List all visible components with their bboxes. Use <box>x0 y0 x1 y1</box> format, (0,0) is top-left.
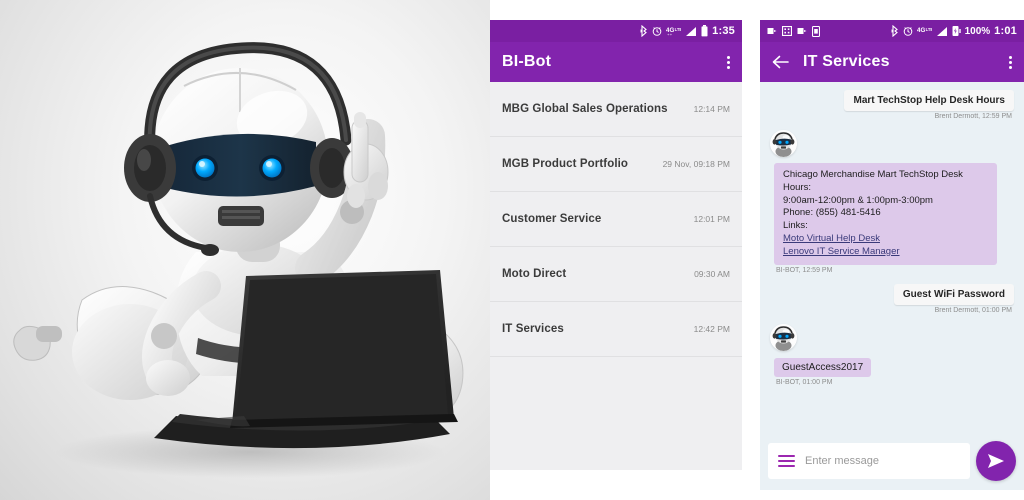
message-input-bar: Enter message <box>760 432 1024 490</box>
bot-message-container: Chicago Merchandise Mart TechStop Desk H… <box>774 163 1014 274</box>
usb-icon <box>767 28 777 34</box>
link-lenovo-it-service-manager[interactable]: Lenovo IT Service Manager <box>783 246 988 259</box>
user-message-bubble: Guest WiFi Password <box>893 283 1014 305</box>
message-meta: BI-BOT, 01:00 PM <box>776 378 833 386</box>
list-item-time: 29 Nov, 09:18 PM <box>662 159 730 169</box>
list-item-time: 12:01 PM <box>693 214 730 224</box>
user-message-bubble: Mart TechStop Help Desk Hours <box>844 90 1014 111</box>
list-app-bar: BI-Bot <box>490 42 742 82</box>
bot-message-bubble: GuestAccess2017 <box>774 357 872 377</box>
bot-line-links-label: Links: <box>783 220 808 232</box>
message-input-placeholder: Enter message <box>805 455 879 467</box>
list-status-bar: 4G LTE ⁺⁺ 1:35 <box>490 20 742 42</box>
bot-message-bubble: Chicago Merchandise Mart TechStop Desk H… <box>774 163 997 265</box>
list-item[interactable]: Moto Direct 09:30 AM <box>490 247 742 302</box>
message-input-field[interactable]: Enter message <box>768 443 970 479</box>
bluetooth-icon <box>890 25 898 37</box>
message-meta: BI-BOT, 12:59 PM <box>776 266 833 274</box>
list-item[interactable]: Customer Service 12:01 PM <box>490 192 742 247</box>
chat-message-list[interactable]: Mart TechStop Help Desk Hours Brent Derm… <box>760 82 1024 490</box>
app-title: BI-Bot <box>502 53 552 70</box>
list-item-title: IT Services <box>502 323 564 335</box>
chat-status-bar: 4G LTE 100% 1:01 <box>760 20 1024 42</box>
list-item[interactable]: MBG Global Sales Operations 12:14 PM <box>490 82 742 137</box>
usb-debug-icon <box>797 28 807 34</box>
status-bar-clock: 1:35 <box>712 25 735 37</box>
sim-icon <box>812 25 820 37</box>
list-item[interactable]: MGB Product Portfolio 29 Nov, 09:18 PM <box>490 137 742 192</box>
list-item[interactable]: IT Services 12:42 PM <box>490 302 742 357</box>
bot-message-container: GuestAccess2017 BI-BOT, 01:00 PM <box>774 357 1014 386</box>
bot-avatar <box>770 323 797 351</box>
battery-icon <box>701 25 708 37</box>
status-bar-right-icons: 4G LTE ⁺⁺ 1:35 <box>640 25 735 37</box>
bluetooth-icon <box>640 25 648 37</box>
robot-avatar-icon <box>770 130 797 157</box>
list-item-title: MGB Product Portfolio <box>502 158 629 170</box>
it-services-chat-screen: 4G LTE 100% 1:01 IT Services Mart TechSt… <box>760 20 1024 490</box>
4g-lte-icon: 4G LTE ⁺⁺ <box>666 27 681 37</box>
chat-title: IT Services <box>803 53 890 70</box>
kebab-menu-icon[interactable] <box>1009 55 1012 69</box>
battery-charging-icon <box>952 26 961 36</box>
list-item-time: 12:42 PM <box>693 324 730 334</box>
message-row-user: Mart TechStop Help Desk Hours <box>770 90 1014 111</box>
bot-line-phone: Phone: (855) 481-5416 <box>783 207 881 219</box>
conversation-list: MBG Global Sales Operations 12:14 PM MGB… <box>490 82 742 357</box>
robot-illustration <box>13 42 464 478</box>
back-arrow-icon[interactable] <box>772 55 789 69</box>
message-meta: Brent Dermott, 12:59 PM <box>934 113 1012 120</box>
robot-avatar-icon <box>770 323 797 351</box>
send-icon <box>988 454 1004 468</box>
link-moto-virtual-help-desk[interactable]: Moto Virtual Help Desk <box>783 233 988 246</box>
svg-text:LTE: LTE <box>675 27 681 32</box>
alarm-icon <box>652 27 662 36</box>
alarm-icon <box>903 27 912 36</box>
send-button[interactable] <box>976 441 1016 481</box>
message-row-bot <box>770 130 1014 161</box>
list-item-time: 09:30 AM <box>694 269 730 279</box>
message-row-bot <box>770 323 1014 355</box>
screenshot-icon <box>782 26 792 36</box>
status-bar-clock: 1:01 <box>994 25 1017 37</box>
4g-lte-icon: 4G LTE <box>917 27 932 34</box>
message-meta: Brent Dermott, 01:00 PM <box>934 306 1012 314</box>
notification-icons <box>767 25 820 37</box>
robot-hero-image <box>0 0 490 500</box>
chat-status-right-icons: 4G LTE 100% 1:01 <box>890 25 1017 37</box>
signal-icon <box>936 26 947 36</box>
bot-line-hours: 9:00am-12:00pm & 1:00pm-3:00pm <box>783 194 933 206</box>
list-item-title: Moto Direct <box>502 268 567 280</box>
screenshot-root: 4G LTE ⁺⁺ 1:35 BI-Bot MBG Global Sales O… <box>0 0 1024 500</box>
bi-bot-list-screen: 4G LTE ⁺⁺ 1:35 BI-Bot MBG Global Sales O… <box>490 20 742 470</box>
svg-text:⁺⁺: ⁺⁺ <box>667 33 673 37</box>
svg-text:4G: 4G <box>917 27 925 34</box>
list-item-time: 12:14 PM <box>693 104 730 114</box>
signal-icon <box>686 26 697 36</box>
bot-avatar <box>770 130 797 157</box>
hamburger-icon[interactable] <box>778 454 795 468</box>
svg-text:LTE: LTE <box>925 27 931 32</box>
list-item-title: MBG Global Sales Operations <box>502 103 668 115</box>
message-row-user: Guest WiFi Password <box>770 283 1014 305</box>
kebab-menu-icon[interactable] <box>727 55 730 69</box>
bot-line-hours-title: Chicago Merchandise Mart TechStop Desk H… <box>783 169 963 193</box>
battery-percent: 100% <box>964 25 991 37</box>
chat-app-bar: IT Services <box>760 42 1024 82</box>
list-item-title: Customer Service <box>502 213 602 225</box>
